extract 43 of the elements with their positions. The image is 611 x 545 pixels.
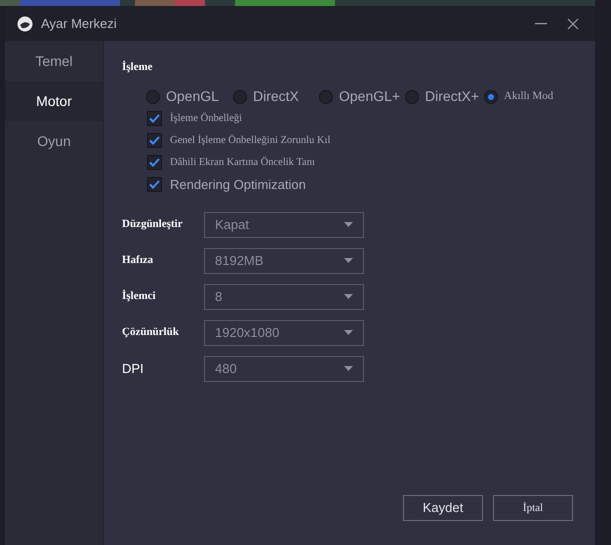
checkbox-label: Rendering Optimization: [170, 176, 306, 194]
setting-label: DPI: [122, 360, 145, 378]
caret-icon: [344, 294, 353, 299]
radio-label: OpenGL: [166, 87, 219, 106]
dropdown[interactable]: 8: [204, 284, 364, 310]
sidebar-tab[interactable]: Temel: [5, 41, 103, 81]
checkbox-label: Genel İşleme Önbelleğini Zorunlu Kıl: [170, 134, 330, 148]
radio-label: DirectX: [253, 87, 299, 106]
radio-button[interactable]: [233, 90, 247, 104]
checkbox[interactable]: [147, 177, 162, 192]
radio-label: OpenGL+: [339, 87, 400, 106]
caret-icon: [344, 366, 353, 371]
sidebar-tab[interactable]: Oyun: [5, 121, 103, 161]
radio-label: Akıllı Mod: [504, 89, 554, 104]
checkbox[interactable]: [147, 155, 162, 170]
save-button[interactable]: Kaydet: [403, 495, 483, 521]
radio-button[interactable]: [146, 90, 160, 104]
radio-button[interactable]: [319, 90, 333, 104]
dropdown[interactable]: 1920x1080: [204, 320, 364, 346]
section-title: İşleme: [122, 60, 154, 75]
window-title: Ayar Merkezi: [41, 14, 117, 33]
setting-label: Çözünürlük: [122, 325, 180, 340]
checkbox-label: Dâhili Ekran Kartına Öncelik Tanı: [170, 156, 315, 170]
caret-icon: [344, 222, 353, 227]
setting-label: Düzgünleştir: [122, 217, 184, 232]
radio-button[interactable]: [405, 90, 419, 104]
minimize-icon[interactable]: [535, 22, 547, 24]
dropdown[interactable]: 480: [204, 356, 364, 382]
logo-icon: [17, 16, 33, 32]
checkbox-label: İşleme Önbelleği: [170, 111, 242, 126]
checkbox[interactable]: [147, 133, 162, 148]
sidebar-tab[interactable]: Motor: [5, 81, 103, 121]
radio-label: DirectX+: [425, 87, 480, 106]
radio-button[interactable]: [484, 90, 498, 104]
setting-label: Hafıza: [122, 253, 154, 268]
close-icon[interactable]: [567, 18, 579, 30]
dropdown[interactable]: Kapat: [204, 212, 364, 238]
cancel-button[interactable]: İptal: [493, 495, 573, 521]
dropdown[interactable]: 8192MB: [204, 248, 364, 274]
caret-icon: [344, 330, 353, 335]
caret-icon: [344, 258, 353, 263]
checkbox[interactable]: [147, 111, 162, 126]
setting-label: İşlemci: [122, 288, 157, 304]
